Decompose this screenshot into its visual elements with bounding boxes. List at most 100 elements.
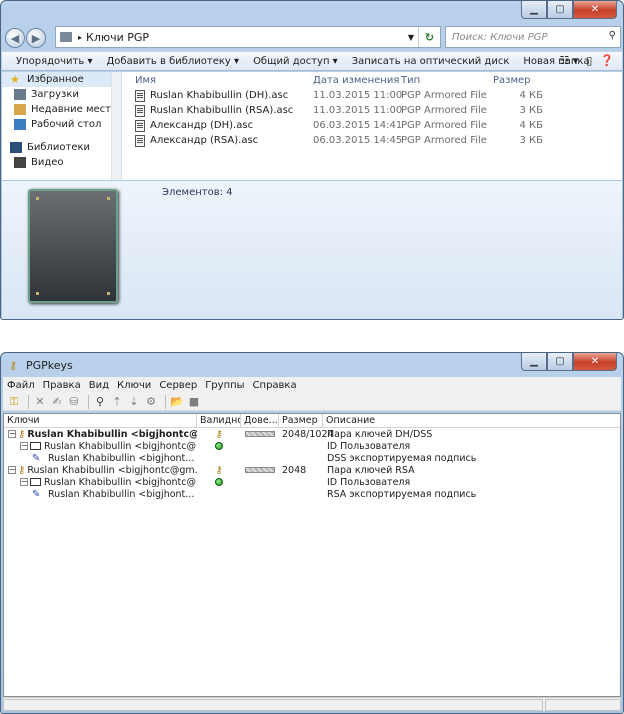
validity-dot-icon xyxy=(215,478,223,486)
collapse-toggle[interactable]: − xyxy=(8,466,16,474)
file-name: Ruslan Khabibullin (RSA).asc xyxy=(150,105,294,116)
window-title: ⚷ PGPkeys xyxy=(9,358,73,372)
menu-edit[interactable]: Правка xyxy=(43,380,81,391)
key-row[interactable]: − Ruslan Khabibullin <bigjhontc@... ID Пол… xyxy=(4,440,620,452)
key-row[interactable]: −⚷Ruslan Khabibullin <bigjhontc@g...⚷204… xyxy=(4,428,620,440)
file-row[interactable]: Александр (DH).asc 06.03.2015 14:41 PGP Ar… xyxy=(123,118,622,133)
nav-item-desktop[interactable]: Рабочий стол xyxy=(2,117,121,132)
menu-server[interactable]: Сервер xyxy=(159,380,197,391)
nav-scrollbar[interactable] xyxy=(111,72,121,180)
minimize-button[interactable]: ▁ xyxy=(521,1,547,19)
file-name: Александр (DH).asc xyxy=(150,120,254,131)
column-keys[interactable]: Ключи xyxy=(4,414,197,427)
send-to-server-icon[interactable]: ⇡ xyxy=(110,395,124,409)
delete-icon[interactable]: ✕ xyxy=(33,395,47,409)
key-description: DSS экспортируемая подпись xyxy=(327,452,477,464)
forward-button[interactable]: ▶ xyxy=(26,28,46,48)
pgpkeys-window: ⚷ PGPkeys ▁ ▢ ✕ Файл Правка Вид Ключи Се… xyxy=(0,352,624,714)
menu-groups[interactable]: Группы xyxy=(205,380,244,391)
column-size[interactable]: Размер xyxy=(279,414,323,427)
help-icon[interactable]: ❓ xyxy=(600,54,614,67)
import-icon[interactable]: 📂 xyxy=(170,395,184,409)
minimize-button[interactable]: ▁ xyxy=(521,353,547,371)
status-panel xyxy=(3,699,543,711)
burn-button[interactable]: Записать на оптический диск xyxy=(352,56,510,67)
close-button[interactable]: ✕ xyxy=(573,1,617,19)
trust-bar xyxy=(245,467,275,473)
nav-item-downloads[interactable]: Загрузки xyxy=(2,87,121,102)
file-row[interactable]: Александр (RSA).asc 06.03.2015 14:45 PGP A… xyxy=(123,133,622,148)
key-description: Пара ключей DH/DSS xyxy=(327,428,433,440)
user-id-icon xyxy=(30,478,41,486)
recent-places-icon xyxy=(14,104,26,115)
key-name: Ruslan Khabibullin <bigjhontc@gm... xyxy=(27,464,197,476)
share-button[interactable]: Общий доступ ▾ xyxy=(253,56,338,67)
chevron-down-icon[interactable]: ▼ xyxy=(408,33,414,42)
keypair-icon: ⚷ xyxy=(18,428,26,440)
column-name[interactable]: Имя xyxy=(123,75,313,86)
add-to-library-button[interactable]: Добавить в библиотеку ▾ xyxy=(106,56,239,67)
update-from-server-icon[interactable]: ⇣ xyxy=(127,395,141,409)
caption-buttons: ▁ ▢ ✕ xyxy=(521,353,617,371)
file-size: 3 КБ xyxy=(519,105,543,116)
file-row[interactable]: Ruslan Khabibullin (RSA).asc 11.03.2015 1… xyxy=(123,103,622,118)
menu-keys[interactable]: Ключи xyxy=(117,380,151,391)
file-type: PGP Armored File xyxy=(401,105,487,116)
column-description[interactable]: Описание xyxy=(323,414,620,427)
search-icon[interactable]: ⚲ xyxy=(93,395,107,409)
menu-view[interactable]: Вид xyxy=(89,380,109,391)
export-icon[interactable]: ■ xyxy=(187,395,201,409)
nav-item-recent[interactable]: Недавние места xyxy=(2,102,121,117)
file-size: 3 КБ xyxy=(519,135,543,146)
nav-item-favorites[interactable]: ★ Избранное xyxy=(2,72,121,87)
views-icon[interactable]: ☷ ▾ xyxy=(559,54,578,67)
trust-bar xyxy=(245,431,275,437)
key-size: 2048 xyxy=(282,464,307,476)
file-date: 11.03.2015 11:00 xyxy=(313,90,403,101)
key-row[interactable]: ✎ Ruslan Khabibullin <bigjhont... DSS эксп… xyxy=(4,452,620,464)
back-button[interactable]: ◀ xyxy=(5,28,25,48)
organize-button[interactable]: Упорядочить ▾ xyxy=(16,56,92,67)
menu-help[interactable]: Справка xyxy=(253,380,297,391)
key-description: ID Пользователя xyxy=(327,440,411,452)
collapse-toggle[interactable]: − xyxy=(20,478,28,486)
address-bar[interactable]: ▸ Ключи PGP ▼ ↻ xyxy=(55,26,441,48)
column-trust[interactable]: Дове... xyxy=(241,414,279,427)
refresh-icon[interactable]: ↻ xyxy=(418,27,440,47)
close-button[interactable]: ✕ xyxy=(573,353,617,371)
collapse-toggle[interactable]: − xyxy=(20,442,28,450)
new-key-icon[interactable]: ⚿ xyxy=(7,395,21,409)
nav-item-libraries[interactable]: Библиотеки xyxy=(2,140,121,155)
key-row[interactable]: − Ruslan Khabibullin <bigjhontc@... ID Пол… xyxy=(4,476,620,488)
key-row[interactable]: − ⚷ Ruslan Khabibullin <bigjhontc@gm... ⚷ 20… xyxy=(4,464,620,476)
search-input[interactable]: Поиск: Ключи PGP ⚲ xyxy=(445,26,621,48)
document-icon xyxy=(135,104,145,117)
key-row[interactable]: ✎ Ruslan Khabibullin <bigjhont... RSA эксп… xyxy=(4,488,620,500)
column-date[interactable]: Дата изменения xyxy=(313,75,401,86)
menu-file[interactable]: Файл xyxy=(7,380,35,391)
collapse-toggle[interactable]: − xyxy=(8,430,16,438)
libraries-icon xyxy=(10,142,22,153)
command-bar: Упорядочить ▾ Добавить в библиотеку ▾ Об… xyxy=(2,51,622,71)
nav-item-video[interactable]: Видео xyxy=(2,155,121,170)
preview-pane-icon[interactable]: ▯ xyxy=(586,54,592,67)
keys-rows: −⚷Ruslan Khabibullin <bigjhontc@g...⚷204… xyxy=(4,428,620,500)
key-name: Ruslan Khabibullin <bigjhontc@... xyxy=(44,440,197,452)
properties-icon[interactable]: ⚙ xyxy=(144,395,158,409)
file-type: PGP Armored File xyxy=(401,135,487,146)
file-row[interactable]: Ruslan Khabibullin (DH).asc 11.03.2015 11… xyxy=(123,88,622,103)
explorer-window: ▁ ▢ ✕ ◀ ▶ ▸ Ключи PGP ▼ ↻ Поиск: Ключи P… xyxy=(0,0,624,320)
key-name: Ruslan Khabibullin <bigjhont... xyxy=(48,488,195,500)
column-size[interactable]: Размер xyxy=(487,75,543,86)
revoke-icon[interactable]: ⛁ xyxy=(67,395,81,409)
search-placeholder: Поиск: Ключи PGP xyxy=(452,31,548,43)
maximize-button[interactable]: ▢ xyxy=(547,353,573,371)
file-list: Имя Дата изменения Тип Размер Ruslan Kha… xyxy=(123,72,622,180)
search-icon[interactable]: ⚲ xyxy=(609,30,616,41)
sign-icon[interactable]: ✍ xyxy=(50,395,64,409)
file-name: Александр (RSA).asc xyxy=(150,135,259,146)
column-type[interactable]: Тип xyxy=(401,75,487,86)
column-validity[interactable]: Валидность xyxy=(197,414,241,427)
maximize-button[interactable]: ▢ xyxy=(547,1,573,19)
key-size: 2048/1024 xyxy=(282,428,334,440)
